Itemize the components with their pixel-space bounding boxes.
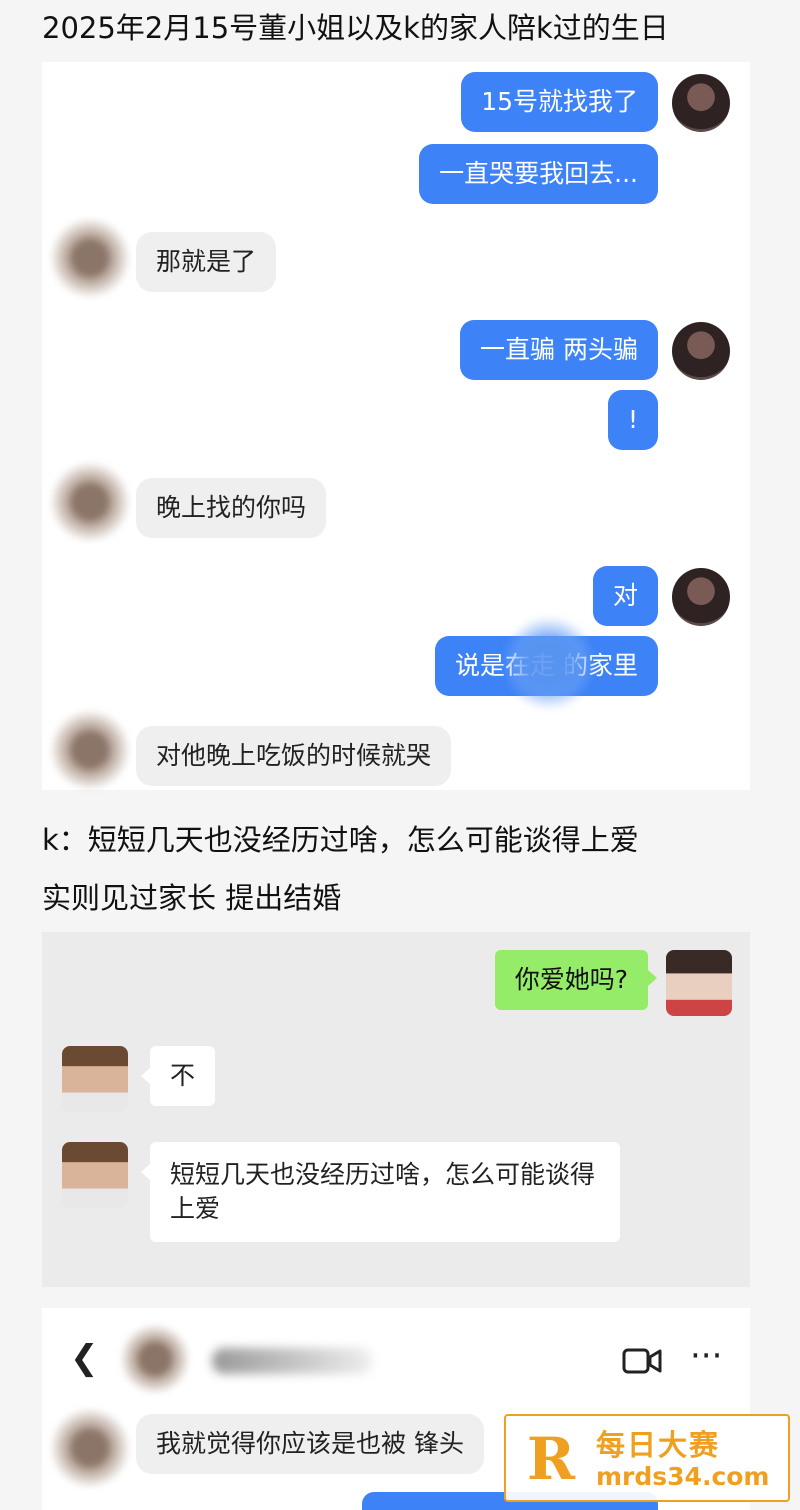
redaction-scribble — [504, 618, 594, 708]
message-bubble[interactable]: 对 — [592, 566, 658, 626]
avatar[interactable] — [62, 1046, 128, 1112]
caption-top: 2025年2月15号董小姐以及k的家人陪k过的生日 — [42, 11, 669, 45]
avatar[interactable] — [120, 1324, 190, 1394]
avatar[interactable] — [50, 462, 130, 542]
message-bubble[interactable]: 晚上找的你吗 — [136, 478, 327, 538]
watermark-url: mrds34.com — [596, 1462, 770, 1491]
avatar[interactable] — [666, 950, 732, 1016]
message-bubble[interactable]: 对他晚上吃饭的时候就哭 — [136, 726, 452, 786]
caption-mid-1: k：短短几天也没经历过啥，怎么可能谈得上爱 — [42, 823, 639, 857]
more-dots-icon[interactable]: ··· — [690, 1336, 722, 1376]
video-camera-icon[interactable] — [622, 1344, 662, 1384]
chat-screenshot-2: 你爱她吗? 不 短短几天也没经历过啥，怎么可能谈得上爱 — [42, 932, 750, 1287]
avatar[interactable] — [50, 1408, 130, 1488]
watermark: R 每日大赛 mrds34.com — [504, 1414, 790, 1502]
contact-name — [212, 1348, 372, 1374]
message-bubble[interactable]: 一直哭要我回去... — [419, 144, 658, 204]
avatar[interactable] — [672, 322, 730, 380]
message-bubble[interactable]: 我就觉得你应该是也被 锋头 — [136, 1414, 484, 1474]
message-bubble[interactable]: 那就是了 — [136, 232, 277, 292]
avatar[interactable] — [50, 710, 130, 790]
message-bubble[interactable]: 不 — [150, 1046, 216, 1106]
avatar[interactable] — [50, 218, 130, 298]
bubble-tail — [141, 1068, 150, 1084]
chat-screenshot-1: 15号就找我了 一直哭要我回去... 那就是了 一直骗 两头骗 ! 晚上找的你吗… — [42, 62, 750, 790]
watermark-logo: R — [526, 1425, 576, 1493]
chevron-left-icon[interactable]: ❮ — [70, 1338, 99, 1378]
bubble-tail — [141, 1164, 150, 1180]
message-bubble[interactable]: 一直骗 两头骗 — [460, 320, 658, 380]
message-bubble[interactable]: 短短几天也没经历过啥，怎么可能谈得上爱 — [150, 1142, 620, 1242]
watermark-text: 每日大赛 — [596, 1428, 721, 1462]
avatar[interactable] — [672, 74, 730, 132]
message-bubble[interactable]: 你爱她吗? — [494, 950, 648, 1010]
avatar[interactable] — [62, 1142, 128, 1208]
avatar[interactable] — [672, 568, 730, 626]
message-bubble[interactable]: 15号就找我了 — [461, 72, 658, 132]
chat-navbar: ❮ ··· — [42, 1308, 750, 1408]
caption-mid-2: 实则见过家长 提出结婚 — [42, 881, 342, 915]
message-bubble[interactable]: ! — [607, 390, 658, 450]
bubble-tail — [648, 970, 657, 986]
